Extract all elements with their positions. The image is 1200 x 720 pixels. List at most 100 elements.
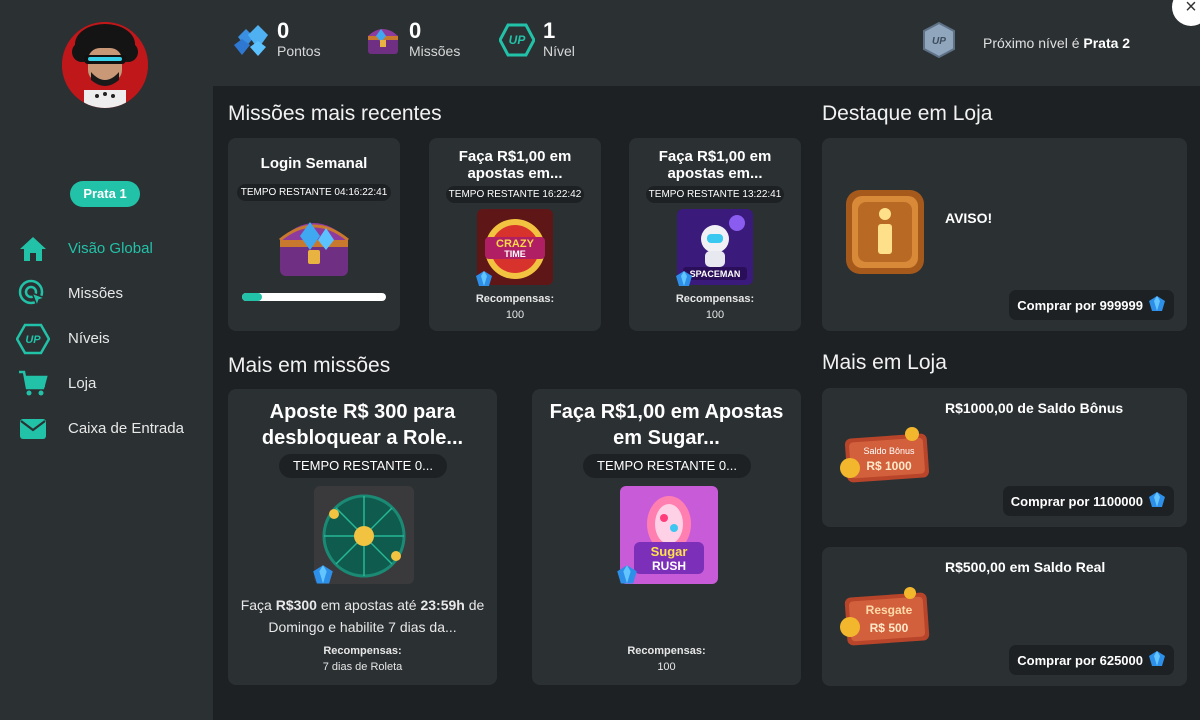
sidebar: Prata 1 Visão Global Missões UP Níveis L…	[0, 0, 213, 720]
treasure-chest-image	[274, 210, 354, 282]
avatar[interactable]	[62, 22, 148, 108]
gem-icon	[475, 270, 493, 293]
sidebar-item-missoes[interactable]: Missões	[16, 271, 206, 316]
sidebar-item-niveis[interactable]: UP Níveis	[16, 316, 206, 361]
level-stat: UP 1 Nível	[497, 20, 575, 60]
gem-icon	[1148, 650, 1166, 671]
points-label: Pontos	[277, 43, 321, 59]
mission-progress-bar	[242, 293, 386, 301]
next-level-text: Próximo nível é Prata 2	[983, 35, 1130, 51]
mission-timer: TEMPO RESTANTE 04:16:22:41	[237, 184, 391, 201]
desc-text: em apostas até	[320, 597, 417, 613]
silver-level-icon: UP	[921, 21, 957, 63]
home-icon	[16, 232, 50, 266]
missions-value: 0	[409, 18, 422, 43]
top-stats-bar: 0 Pontos 0 Missões UP 1 Nível UP Próximo…	[213, 0, 1200, 86]
svg-text:UP: UP	[25, 334, 41, 346]
mission-timer: TEMPO RESTANTE 16:22:42	[446, 186, 584, 203]
buy-button[interactable]: Comprar por 999999	[1009, 290, 1174, 320]
gem-icon	[1148, 491, 1166, 512]
rewards-label: Recompensas:	[675, 293, 755, 305]
mission-title: Faça R$1,00 em apostas em...	[658, 148, 772, 182]
buy-button[interactable]: Comprar por 1100000	[1002, 486, 1174, 516]
rewards-label: Recompensas:	[475, 293, 555, 305]
mission-title: Aposte R$ 300 para desbloquear a Role...	[261, 401, 464, 449]
mission-timer: TEMPO RESTANTE 13:22:41	[646, 186, 784, 203]
mission-title: Faça R$1,00 em Apostas em Sugar...	[549, 401, 784, 449]
shop-item-saldo-bonus[interactable]: Saldo Bônus R$ 1000 R$1000,00 de Saldo B…	[822, 388, 1187, 527]
svg-text:SPACEMAN: SPACEMAN	[690, 269, 741, 279]
svg-text:TIME: TIME	[504, 249, 526, 259]
desc-time: 23:59h	[420, 597, 465, 613]
rewards-value: 100	[705, 309, 725, 321]
gem-icon	[312, 564, 334, 591]
mission-card-roleta[interactable]: Aposte R$ 300 para desbloquear a Role...…	[228, 389, 497, 685]
sidebar-item-label: Níveis	[68, 330, 110, 347]
mail-icon	[16, 412, 50, 446]
bonus-sign-image: Saldo Bônus R$ 1000	[838, 426, 932, 486]
sidebar-item-label: Loja	[68, 375, 97, 392]
buy-button[interactable]: Comprar por 625000	[1009, 645, 1174, 675]
rewards-value: 7 dias de Roleta	[322, 661, 403, 673]
sidebar-item-caixa-de-entrada[interactable]: Caixa de Entrada	[16, 406, 206, 451]
more-shop-title: Mais em Loja	[822, 351, 947, 374]
gem-icon	[1148, 295, 1166, 316]
mission-title: Faça R$1,00 em apostas em...	[458, 148, 572, 182]
next-level-info: UP Próximo nível é Prata 2	[921, 21, 1130, 63]
mission-timer: TEMPO RESTANTE 0...	[279, 454, 447, 478]
shop-item-saldo-real[interactable]: Resgate R$ 500 R$500,00 em Saldo Real Co…	[822, 547, 1187, 686]
featured-item-title: AVISO!	[945, 210, 993, 226]
svg-text:Sugar: Sugar	[651, 544, 688, 559]
level-up-icon: UP	[16, 322, 50, 356]
points-stat: 0 Pontos	[231, 20, 321, 60]
cart-icon	[16, 367, 50, 401]
desc-text: Faça	[240, 597, 272, 613]
shop-item-title: R$1000,00 de Saldo Bônus	[945, 400, 1124, 416]
missions-label: Missões	[409, 43, 461, 59]
rewards-label: Recompensas:	[323, 645, 402, 657]
level-value: 1	[543, 18, 556, 43]
gems-icon	[231, 20, 271, 60]
gem-icon	[616, 564, 638, 591]
featured-shop-title: Destaque em Loja	[822, 102, 993, 125]
badge-top-text: Saldo Bônus	[863, 446, 915, 456]
info-sign-icon	[842, 186, 928, 278]
sidebar-nav: Visão Global Missões UP Níveis Loja Caix…	[16, 226, 206, 451]
mission-timer: TEMPO RESTANTE 0...	[583, 454, 751, 478]
mission-card-login-semanal[interactable]: Login Semanal TEMPO RESTANTE 04:16:22:41	[228, 138, 400, 331]
recent-missions-title: Missões mais recentes	[228, 102, 442, 125]
target-cursor-icon	[16, 277, 50, 311]
rewards-value: 100	[657, 661, 676, 673]
treasure-chest-icon	[363, 20, 403, 60]
badge-bottom-text: R$ 1000	[866, 459, 912, 473]
buy-label: Comprar por 999999	[1017, 297, 1143, 313]
next-level-name: Prata 2	[1083, 34, 1131, 51]
resgate-sign-image: Resgate R$ 500	[838, 587, 932, 651]
mission-title: Login Semanal	[260, 155, 368, 172]
level-label: Nível	[543, 43, 575, 59]
more-missions-title: Mais em missões	[228, 354, 391, 377]
badge-top-text: Resgate	[865, 603, 913, 617]
svg-text:UP: UP	[509, 33, 527, 47]
mission-card-spaceman[interactable]: Faça R$1,00 em apostas em... TEMPO RESTA…	[629, 138, 801, 331]
mission-card-crazy-time[interactable]: Faça R$1,00 em apostas em... TEMPO RESTA…	[429, 138, 601, 331]
shop-item-title: R$500,00 em Saldo Real	[945, 559, 1106, 575]
mission-description: Faça R$300 em apostas até 23:59h de Domi…	[228, 594, 497, 638]
mission-progress-fill	[242, 293, 263, 301]
buy-label: Comprar por 625000	[1017, 652, 1143, 668]
badge-bottom-text: R$ 500	[869, 621, 909, 635]
buy-label: Comprar por 1100000	[1010, 493, 1143, 509]
next-level-prefix: Próximo nível é	[983, 34, 1080, 51]
desc-amount: R$300	[275, 597, 317, 613]
rank-badge: Prata 1	[70, 181, 140, 207]
mission-card-sugar-rush[interactable]: Faça R$1,00 em Apostas em Sugar... TEMPO…	[532, 389, 801, 685]
rewards-value: 100	[505, 309, 525, 321]
points-value: 0	[277, 18, 290, 43]
rewards-label: Recompensas:	[627, 645, 706, 657]
sidebar-item-loja[interactable]: Loja	[16, 361, 206, 406]
svg-text:RUSH: RUSH	[652, 559, 686, 573]
gem-icon	[675, 270, 693, 293]
sidebar-item-visao-global[interactable]: Visão Global	[16, 226, 206, 271]
featured-shop-card[interactable]: AVISO! Comprar por 999999	[822, 138, 1187, 331]
close-button[interactable]: ×	[1172, 0, 1200, 26]
